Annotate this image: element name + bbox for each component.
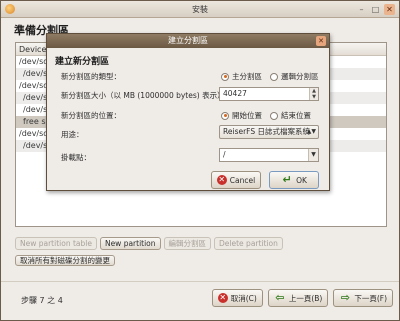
location-begin-radio[interactable]: 開始位置 [221, 110, 262, 121]
cancel-icon: ✕ [216, 175, 227, 185]
location-begin-label: 開始位置 [232, 111, 262, 120]
type-primary-radio[interactable]: 主分割區 [221, 71, 262, 82]
close-window-button[interactable]: ✕ [384, 4, 395, 15]
location-end-radio[interactable]: 結束位置 [270, 110, 311, 121]
updown-arrow-icon: ▲▼ [306, 128, 316, 135]
undo-changes-button[interactable]: 取消所有對磁碟分割的變更 [15, 255, 115, 266]
mount-point-combo[interactable]: / ▼ [219, 148, 319, 162]
footer-divider [1, 281, 399, 282]
radio-selected-indicator [221, 111, 229, 120]
step-indicator: 步驟 7 之 4 [21, 296, 63, 305]
cancel-install-button[interactable]: ✕ 取消(C) [211, 289, 263, 307]
type-logical-radio[interactable]: 邏輯分割區 [270, 71, 319, 82]
radio-indicator [270, 111, 278, 120]
partition-location-label: 新分割區的位置： [61, 111, 121, 120]
partition-size-spinner[interactable]: 40427 ▲ ▼ [219, 87, 319, 101]
use-as-label: 用途： [61, 130, 84, 139]
delete-partition-button[interactable]: Delete partition [214, 237, 283, 250]
type-logical-label: 邏輯分割區 [281, 72, 319, 81]
partition-type-label: 新分割區的類型： [61, 72, 121, 81]
cancel-icon: ✕ [217, 293, 228, 303]
window-title: 安裝 [192, 5, 208, 14]
type-primary-label: 主分割區 [232, 72, 262, 81]
dialog-close-button[interactable]: ✕ [316, 36, 326, 46]
chevron-down-icon[interactable]: ▼ [308, 149, 318, 161]
dialog-title: 建立分割區 [168, 36, 208, 45]
back-button[interactable]: ⇦ 上一頁(B) [267, 289, 329, 307]
forward-button[interactable]: ⇨ 下一頁(F) [333, 289, 393, 307]
dialog-ok-label: OK [296, 175, 307, 185]
back-arrow-icon: ⇦ [275, 291, 285, 304]
radio-indicator [270, 72, 278, 81]
back-label: 上一頁(B) [288, 293, 323, 303]
dialog-cancel-label: Cancel [229, 175, 256, 185]
location-end-label: 結束位置 [281, 111, 311, 120]
radio-selected-indicator [221, 72, 229, 81]
cancel-install-label: 取消(C) [230, 293, 257, 303]
filesystem-combo[interactable]: ReiserFS 日誌式檔案系統 ▲▼ [219, 125, 319, 139]
mount-point-label: 掛載點： [61, 153, 91, 162]
dialog-heading: 建立新分割區 [55, 57, 110, 67]
dialog-ok-button[interactable]: ↵ OK [269, 171, 319, 189]
edit-partition-button[interactable]: 編輯分割區 [163, 237, 212, 250]
forward-label: 下一頁(F) [354, 293, 387, 303]
spinner-arrows-icon[interactable]: ▲ ▼ [309, 88, 318, 100]
partition-size-value: 40427 [223, 89, 247, 98]
partition-size-label: 新分割區大小（以 MB (1000000 bytes) 表示）： [61, 91, 229, 100]
title-bar[interactable]: 安裝 – □ ✕ [1, 1, 399, 18]
new-partition-table-button[interactable]: New partition table [15, 237, 97, 250]
maximize-button[interactable]: □ [370, 4, 381, 15]
mount-point-value: / [223, 150, 226, 159]
dialog-title-bar[interactable]: 建立分割區 ✕ [47, 34, 329, 48]
filesystem-value: ReiserFS 日誌式檔案系統 [223, 127, 311, 136]
return-arrow-icon: ↵ [282, 173, 292, 186]
new-partition-button[interactable]: New partition [99, 237, 161, 250]
minimize-button[interactable]: – [356, 4, 367, 15]
forward-arrow-icon: ⇨ [340, 291, 350, 304]
create-partition-dialog: 建立分割區 ✕ 建立新分割區 新分割區的類型： 主分割區 邏輯分割區 新分割區大… [46, 33, 330, 191]
dialog-cancel-button[interactable]: ✕ Cancel [211, 171, 261, 189]
